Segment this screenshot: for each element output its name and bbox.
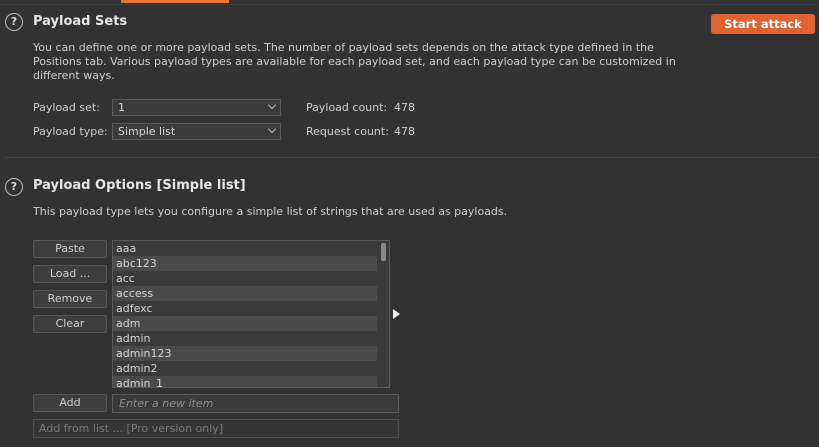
payload-count-label: Payload count: (306, 101, 388, 114)
section-divider (5, 157, 819, 158)
list-scrollbar[interactable] (380, 242, 388, 386)
list-item[interactable]: adfexc (113, 301, 377, 316)
load-button[interactable]: Load ... (33, 265, 107, 283)
list-item[interactable]: admin_1 (113, 376, 377, 387)
request-count-label: Request count: (306, 125, 389, 138)
payload-type-label: Payload type: (33, 125, 108, 138)
chevron-down-icon (268, 101, 276, 109)
chevron-down-icon (268, 125, 276, 133)
help-icon[interactable]: ? (5, 13, 23, 31)
list-item[interactable]: admin123 (113, 346, 377, 361)
top-divider (0, 4, 819, 5)
payload-type-select[interactable]: Simple list (112, 123, 281, 140)
help-icon[interactable]: ? (5, 178, 23, 196)
remove-button[interactable]: Remove (33, 290, 107, 308)
scrollbar-thumb[interactable] (381, 243, 386, 261)
payload-count-value: 478 (394, 101, 415, 114)
list-item[interactable]: admin (113, 331, 377, 346)
list-item[interactable]: acc (113, 271, 377, 286)
payload-options-title: Payload Options [Simple list] (33, 178, 246, 193)
mouse-cursor-icon (393, 309, 400, 319)
payload-type-value: Simple list (118, 125, 176, 138)
start-attack-button[interactable]: Start attack (711, 14, 815, 34)
payload-sets-title: Payload Sets (33, 14, 128, 29)
add-button[interactable]: Add (33, 394, 107, 412)
payload-list[interactable]: aaa abc123 acc access adfexc adm admin a… (112, 240, 390, 388)
list-item[interactable]: adm (113, 316, 377, 331)
payload-set-label: Payload set: (33, 101, 100, 114)
add-from-list-select[interactable]: Add from list ... [Pro version only] (33, 419, 399, 438)
new-item-input[interactable]: Enter a new item (112, 394, 399, 413)
payload-set-select[interactable]: 1 (112, 99, 281, 116)
paste-button[interactable]: Paste (33, 240, 107, 258)
list-item[interactable]: abc123 (113, 256, 377, 271)
request-count-value: 478 (394, 125, 415, 138)
payload-set-value: 1 (118, 101, 125, 114)
payload-sets-description: You can define one or more payload sets.… (33, 41, 676, 82)
clear-button[interactable]: Clear (33, 315, 107, 333)
add-from-list-value: Add from list ... [Pro version only] (39, 422, 224, 435)
active-tab-indicator (121, 0, 229, 3)
payload-options-description: This payload type lets you configure a s… (33, 205, 508, 218)
list-item[interactable]: access (113, 286, 377, 301)
list-item[interactable]: admin2 (113, 361, 377, 376)
list-item[interactable]: aaa (113, 241, 377, 256)
